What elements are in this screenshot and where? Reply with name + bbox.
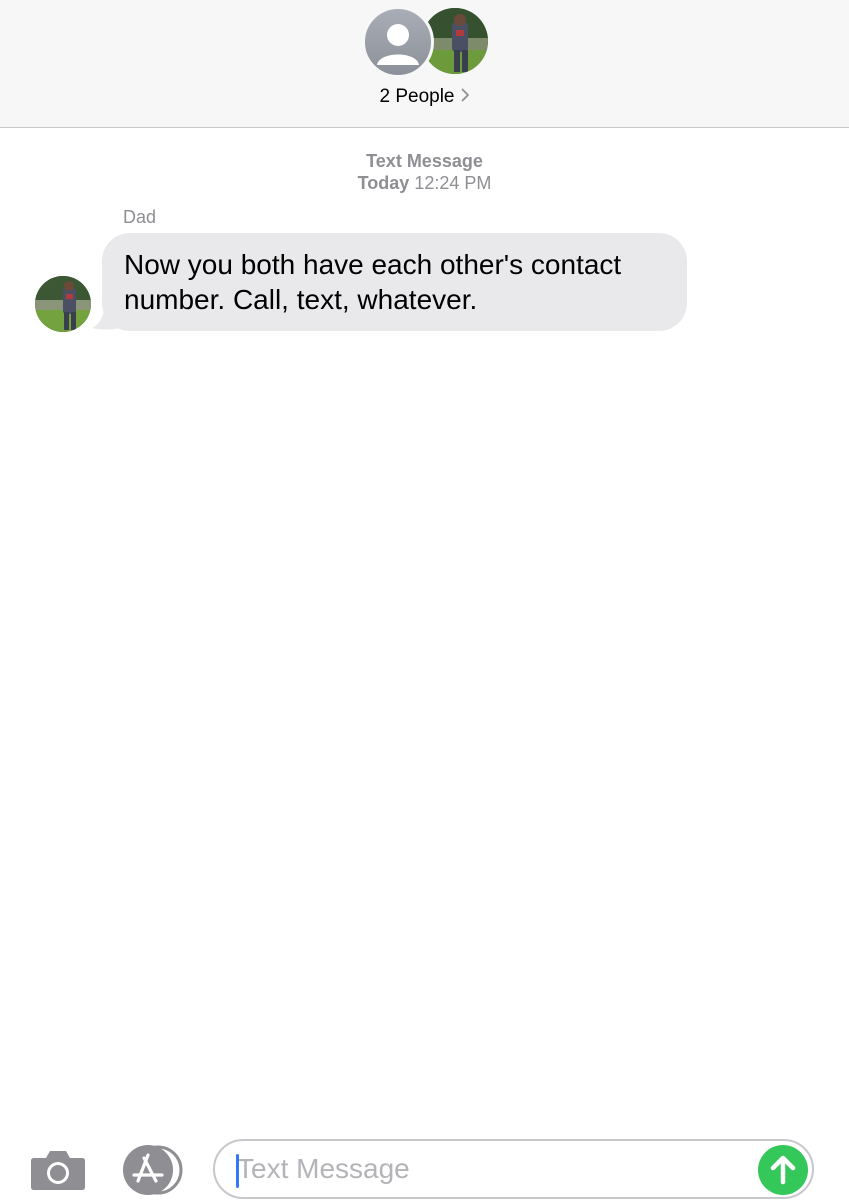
app-store-button[interactable] xyxy=(122,1144,184,1196)
person-silhouette-icon xyxy=(362,6,434,78)
group-avatars[interactable] xyxy=(362,6,488,78)
people-count-label: 2 People xyxy=(379,86,455,108)
sender-avatar[interactable] xyxy=(35,276,91,332)
sender-name: Dad xyxy=(123,207,157,227)
camera-button[interactable] xyxy=(30,1148,86,1192)
conversation-header: 2 People xyxy=(0,0,849,128)
message-input-container[interactable] xyxy=(213,1139,814,1199)
app-store-icon xyxy=(123,1145,183,1195)
message-bubble-received[interactable]: Now you both have each other's contact n… xyxy=(102,233,687,331)
message-input[interactable] xyxy=(237,1149,757,1189)
messages-screen: 2 People Text Message Today 12:24 PM Dad… xyxy=(0,0,849,1200)
message-timestamp: Text Message Today 12:24 PM xyxy=(0,150,849,194)
camera-icon xyxy=(31,1151,85,1190)
people-details-link[interactable]: 2 People xyxy=(0,86,849,108)
service-label: Text Message xyxy=(366,151,483,171)
send-arrow-up-icon xyxy=(770,1155,796,1185)
text-cursor xyxy=(236,1154,239,1188)
send-button[interactable] xyxy=(758,1145,808,1195)
message-text: Now you both have each other's contact n… xyxy=(124,249,622,315)
time-label: 12:24 PM xyxy=(414,173,492,193)
chevron-right-icon xyxy=(461,86,470,108)
date-label: Today xyxy=(357,173,410,193)
